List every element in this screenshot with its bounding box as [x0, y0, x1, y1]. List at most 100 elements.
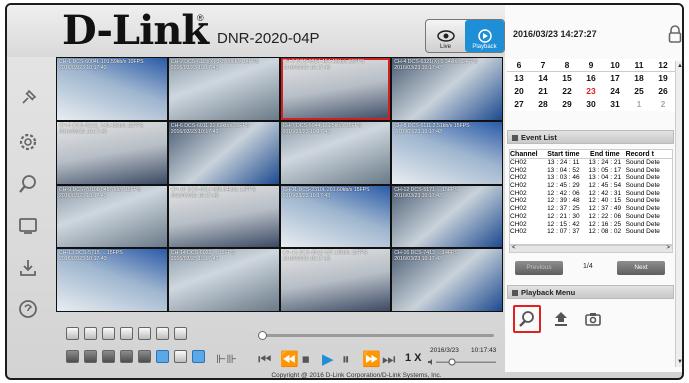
camera-tile[interactable]: CH-4 DCS-6321(X) 5.34kb/s 14FPS 2016/03/2… — [392, 58, 502, 120]
layout-6-button[interactable] — [102, 350, 115, 363]
event-row[interactable]: CH02 12 : 39 : 48 12 : 40 : 15 Sound Dete — [510, 197, 672, 205]
column-header[interactable]: Start time — [543, 150, 584, 158]
calendar-day[interactable]: 21 — [531, 85, 555, 98]
calendar-day[interactable]: 20 — [507, 85, 531, 98]
calendar-day[interactable]: 31 — [603, 98, 627, 111]
column-header[interactable]: End time — [584, 150, 625, 158]
help-icon[interactable] — [17, 298, 39, 320]
camera-tile[interactable]: CH-7 DCS-6044 12.25kb/s 15FPS 2016/03/23 … — [280, 121, 391, 184]
camera-tile[interactable]: CH-11 DCS-2310L 201.60kb/s 15FPS 2016/03/… — [280, 185, 391, 248]
search-recording-button[interactable] — [513, 305, 541, 333]
calendar-day[interactable]: 10 — [603, 59, 627, 72]
layout-fit-button[interactable] — [192, 350, 205, 363]
event-list-hscroll[interactable]: < > — [509, 245, 673, 253]
camera-tile[interactable]: CH-15 DCS-8513 537.19kb/s 15FPS 2016/03/2… — [280, 249, 391, 311]
layout-9-button[interactable] — [138, 350, 151, 363]
calendar-day[interactable]: 14 — [531, 72, 555, 85]
layout-8-button[interactable] — [120, 350, 133, 363]
layout-2x2-button[interactable] — [84, 327, 97, 340]
camera-tile[interactable]: CH-6 DCS-6011 21.69kb/s 15FPS 2016/03/23 … — [168, 121, 279, 184]
layout-custom-button[interactable] — [138, 327, 151, 340]
fast-forward-icon[interactable]: ⏩ — [362, 352, 381, 367]
layout-3x3-button[interactable] — [102, 327, 115, 340]
event-row[interactable]: CH02 12 : 15 : 42 12 : 16 : 25 Sound Dete — [510, 221, 672, 229]
camera-tile[interactable]: CH-2 DCS-6115(X) 3x3 00kb/s 14FPS 2016/03… — [168, 58, 279, 120]
calendar-day[interactable]: 2 — [651, 98, 675, 111]
previous-button[interactable]: Previous — [515, 261, 563, 275]
calendar-day[interactable]: 28 — [531, 98, 555, 111]
event-row[interactable]: CH02 12 : 37 : 25 12 : 37 : 49 Sound Dete — [510, 205, 672, 213]
calendar-day[interactable]: 22 — [555, 85, 579, 98]
calendar-day[interactable]: 9 — [579, 59, 603, 72]
calendar-day[interactable]: 12 — [651, 59, 675, 72]
calendar-day[interactable]: 24 — [603, 85, 627, 98]
layout-sequence-button[interactable] — [174, 350, 187, 363]
skip-forward-icon[interactable]: ⏭ — [382, 352, 396, 367]
event-row[interactable]: CH02 12 : 45 : 29 12 : 45 : 54 Sound Dete — [510, 182, 672, 190]
calendar-day[interactable]: 29 — [555, 98, 579, 111]
calendar-day[interactable]: 18 — [627, 72, 651, 85]
pin-icon[interactable] — [17, 87, 39, 109]
calendar-day[interactable]: 15 — [555, 72, 579, 85]
event-row[interactable]: CH02 12 : 42 : 06 12 : 42 : 31 Sound Dete — [510, 190, 672, 198]
export-button[interactable] — [547, 305, 575, 333]
layout-1x1-button[interactable] — [66, 327, 79, 340]
volume-slider[interactable] — [428, 358, 498, 366]
event-row[interactable]: CH02 12 : 07 : 37 12 : 08 : 02 Sound Dete — [510, 228, 672, 236]
fullscreen-button[interactable] — [174, 327, 187, 340]
camera-tile[interactable]: CH-10 DCS-6314 638.34kb/s 14FPS 2016/03/2… — [168, 185, 279, 248]
camera-tile[interactable]: CH-9 DCS-7010L 848.7kb/s 15FPS 2016/03/23… — [57, 185, 167, 248]
calendar-day[interactable]: 1 — [627, 98, 651, 111]
snapshot-button[interactable] — [579, 305, 607, 333]
download-icon[interactable] — [17, 257, 39, 279]
column-header[interactable]: Record t — [626, 150, 672, 158]
layout-1-button[interactable] — [66, 350, 79, 363]
timeline-knob[interactable] — [258, 331, 267, 340]
live-view-button[interactable]: Live — [426, 20, 465, 52]
camera-tile[interactable]: CH-3 DCS-6314 464.42kb/s 15FPS 2016/03/23… — [280, 58, 391, 120]
layout-16-button[interactable] — [156, 350, 169, 363]
event-row[interactable]: CH02 13 : 04 : 52 13 : 05 : 17 Sound Dete — [510, 167, 672, 175]
lock-icon[interactable] — [668, 25, 682, 43]
layout-next-button[interactable] — [156, 327, 169, 340]
timeline-slider[interactable] — [258, 331, 494, 340]
calendar-day[interactable]: 27 — [507, 98, 531, 111]
skip-backward-icon[interactable]: ⏮ — [258, 352, 272, 367]
event-row[interactable]: CH02 13 : 24 : 11 13 : 24 : 21 Sound Dete — [510, 159, 672, 167]
camera-tile[interactable]: CH-16 DCS-7413 ... 14FPS 2016/03/23 10:17… — [392, 249, 502, 311]
clip-marker-icon[interactable]: ⊩⊪ — [216, 352, 237, 366]
calendar-day[interactable]: 6 — [507, 59, 531, 72]
calendar-day[interactable]: 25 — [627, 85, 651, 98]
camera-tile[interactable]: CH-12 DCS-5171 ... 15FPS 2016/03/23 10:17… — [392, 185, 502, 248]
layout-4-button[interactable] — [84, 350, 97, 363]
next-button[interactable]: Next — [617, 261, 665, 275]
event-row[interactable]: CH02 13 : 03 : 46 13 : 04 : 21 Sound Dete — [510, 174, 672, 182]
calendar-day[interactable]: 11 — [627, 59, 651, 72]
column-header[interactable]: Channel — [510, 150, 543, 158]
camera-tile[interactable]: CH-13 DCS-5715 ... 15FPS 2016/03/23 10:17… — [57, 249, 167, 311]
settings-gear-icon[interactable] — [17, 131, 39, 153]
playback-button[interactable]: Playback — [465, 20, 504, 52]
camera-tile[interactable]: CH-5 DCS-5211L 548.43kb/s 15FPS 2016/03/2… — [57, 121, 167, 184]
calendar-day[interactable]: 30 — [579, 98, 603, 111]
calendar-day[interactable]: 23 — [579, 85, 603, 98]
right-panel-scrollbar[interactable]: ▲ ▼ — [675, 61, 682, 367]
calendar-day[interactable]: 13 — [507, 72, 531, 85]
stop-icon[interactable]: ⏹ — [302, 352, 310, 367]
monitor-icon[interactable] — [17, 215, 39, 237]
layout-4x4-button[interactable] — [120, 327, 133, 340]
calendar-day[interactable]: 26 — [651, 85, 675, 98]
scroll-down-icon[interactable]: ▼ — [677, 359, 682, 365]
rewind-icon[interactable]: ⏪ — [280, 352, 299, 367]
calendar-day[interactable]: 7 — [531, 59, 555, 72]
calendar-day[interactable]: 16 — [579, 72, 603, 85]
pause-icon[interactable]: ⏸ — [342, 352, 350, 367]
camera-tile[interactable]: CH-8 DCS-6111 2.51kb/s 15FPS 2016/03/23 1… — [392, 121, 502, 184]
camera-tile[interactable]: CH-14 DCS-6022 ... 15FPS 2016/03/23 10:17… — [168, 249, 279, 311]
scroll-up-icon[interactable]: ▲ — [677, 63, 682, 69]
calendar-day[interactable]: 17 — [603, 72, 627, 85]
event-row[interactable]: CH02 12 : 21 : 30 12 : 22 : 06 Sound Dete — [510, 213, 672, 221]
search-icon[interactable] — [17, 173, 39, 195]
camera-tile[interactable]: CH-1 DCS-6004L 101.59kb/s 10FPS 2016/03/2… — [57, 58, 167, 120]
calendar-day[interactable]: 8 — [555, 59, 579, 72]
